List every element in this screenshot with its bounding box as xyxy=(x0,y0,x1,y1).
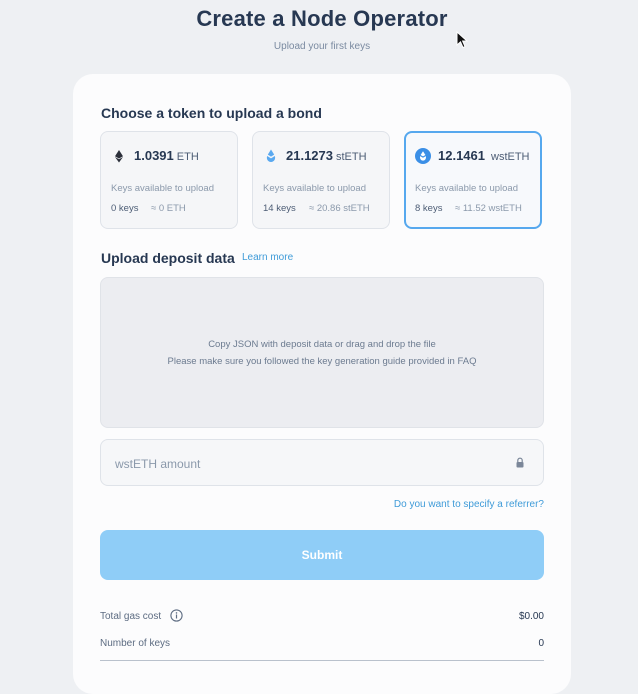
token-equivalent: ≈ 20.86 stETH xyxy=(309,203,370,214)
lock-icon xyxy=(516,457,524,468)
dropzone-instruction: Copy JSON with deposit data or drag and … xyxy=(208,339,436,350)
token-equivalent: ≈ 11.52 wstETH xyxy=(455,203,522,214)
token-balance: 21.1273 stETH xyxy=(286,148,367,163)
token-equivalent: ≈ 0 ETH xyxy=(151,203,186,214)
deposit-data-dropzone[interactable]: Copy JSON with deposit data or drag and … xyxy=(100,277,544,428)
mouse-cursor-icon xyxy=(456,31,468,49)
token-option-wsteth[interactable]: 12.1461 wstETH Keys available to upload 8… xyxy=(404,131,542,229)
page-title: Create a Node Operator xyxy=(196,6,448,31)
submit-button[interactable]: Submit xyxy=(100,530,544,580)
gas-cost-label: Total gas cost xyxy=(100,611,162,622)
token-balance: 12.1461 wstETH xyxy=(438,148,530,163)
keys-count: 14 keys xyxy=(263,203,296,214)
page-subtitle: Upload your first keys xyxy=(273,41,371,52)
deposit-heading: Upload deposit data xyxy=(101,250,235,266)
keys-count: 8 keys xyxy=(415,203,443,214)
amount-field xyxy=(100,439,544,486)
token-unit: stETH xyxy=(336,151,367,163)
keys-available-label: Keys available to upload xyxy=(415,183,518,194)
eth-icon xyxy=(115,150,123,163)
learn-more-link[interactable]: Learn more xyxy=(242,252,293,263)
wsteth-icon xyxy=(415,148,431,164)
dropzone-hint: Please make sure you followed the key ge… xyxy=(167,356,477,367)
bond-heading: Choose a token to upload a bond xyxy=(101,105,322,121)
keys-available-label: Keys available to upload xyxy=(263,183,366,194)
steth-icon xyxy=(266,149,276,162)
divider xyxy=(100,660,544,661)
keys-count: 0 keys xyxy=(111,203,139,214)
gas-cost-value: $0.00 xyxy=(518,611,544,622)
specify-referrer-link[interactable]: Do you want to specify a referrer? xyxy=(394,499,544,510)
keys-number-label: Number of keys xyxy=(100,638,171,649)
amount-input[interactable] xyxy=(113,452,497,476)
info-icon[interactable] xyxy=(170,609,183,622)
keys-available-label: Keys available to upload xyxy=(111,183,214,194)
token-unit: ETH xyxy=(176,151,199,163)
keys-number-value: 0 xyxy=(538,638,544,649)
token-option-eth[interactable]: 1.0391 ETH Keys available to upload 0 key… xyxy=(100,131,238,229)
token-balance: 1.0391 ETH xyxy=(134,148,199,163)
token-unit: wstETH xyxy=(491,151,530,163)
token-option-steth[interactable]: 21.1273 stETH Keys available to upload 14… xyxy=(252,131,390,229)
